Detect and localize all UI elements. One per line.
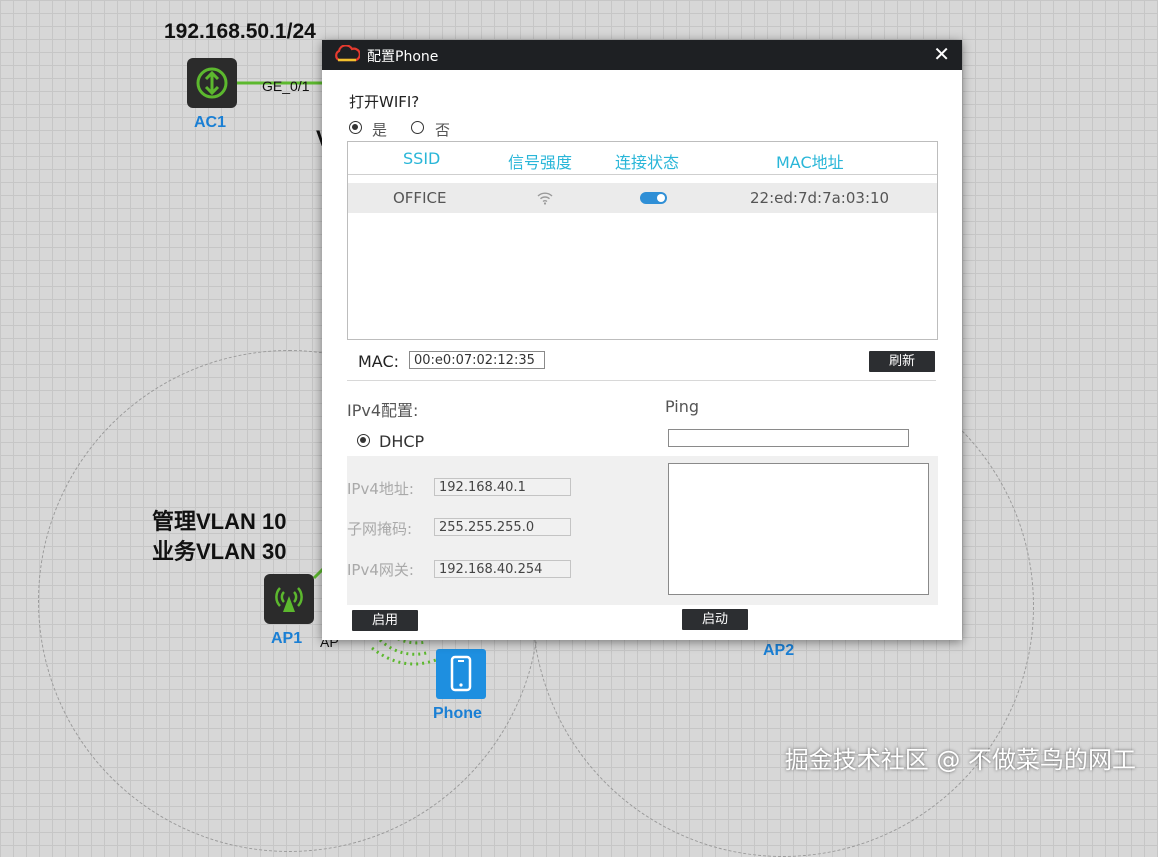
refresh-button[interactable]: 刷新 [869, 351, 935, 372]
management-vlan-label: 管理VLAN 10 [152, 509, 287, 534]
mac-field[interactable]: 00:e0:07:02:12:35 [409, 351, 545, 369]
ping-output-area[interactable] [668, 463, 929, 595]
wifi-network-table: SSID 信号强度 连接状态 MAC地址 OFFICE 22:ed:7d:7a:… [347, 141, 938, 340]
table-row[interactable]: OFFICE 22:ed:7d:7a:03:10 [348, 183, 937, 213]
watermark: 掘金技术社区 @ 不做菜鸟的网工 [784, 746, 1136, 774]
wifi-yes-label[interactable]: 是 [372, 119, 387, 140]
phone-label: Phone [433, 705, 482, 722]
ac1-label: AC1 [194, 114, 227, 131]
subnet-mask-field[interactable]: 255.255.255.0 [434, 518, 571, 536]
ipv4-address-field[interactable]: 192.168.40.1 [434, 478, 571, 496]
phone-device-icon[interactable] [436, 649, 486, 699]
configure-phone-dialog: 配置Phone ✕ 打开WIFI? 是 否 SSID 信号强度 连接状态 MAC… [322, 40, 962, 640]
ge-port-label: GE_0/1 [262, 78, 310, 94]
dhcp-label[interactable]: DHCP [379, 432, 424, 451]
column-header-ssid: SSID [403, 149, 441, 168]
apply-button[interactable]: 启用 [352, 610, 418, 631]
row-mac: 22:ed:7d:7a:03:10 [750, 189, 890, 207]
column-header-status: 连接状态 [615, 153, 680, 172]
ipv4-config-title: IPv4配置: [347, 401, 419, 420]
connection-toggle[interactable] [640, 192, 667, 204]
wifi-question-label: 打开WIFI? [349, 93, 420, 111]
section-divider [347, 380, 936, 381]
table-header-divider [348, 174, 937, 175]
ac1-device-icon[interactable] [187, 58, 237, 108]
ipv4-address-label: IPv4地址: [347, 480, 414, 498]
ap1-label: AP1 [271, 630, 303, 647]
dialog-titlebar[interactable]: 配置Phone ✕ [322, 40, 962, 70]
mac-label: MAC: [358, 352, 400, 371]
column-header-mac: MAC地址 [776, 153, 844, 172]
ac1-ip-label: 192.168.50.1/24 [164, 20, 316, 43]
dhcp-radio[interactable] [357, 434, 370, 447]
start-ping-button[interactable]: 启动 [682, 609, 748, 630]
column-header-signal: 信号强度 [508, 153, 573, 172]
ap2-label: AP2 [763, 642, 795, 659]
dialog-title: 配置Phone [367, 49, 439, 65]
ping-target-input[interactable] [668, 429, 909, 447]
wifi-no-radio[interactable] [411, 121, 424, 134]
wifi-yes-radio[interactable] [349, 121, 362, 134]
ipv4-gateway-label: IPv4网关: [347, 561, 414, 579]
ipv4-gateway-field[interactable]: 192.168.40.254 [434, 560, 571, 578]
wifi-signal-icon [537, 192, 553, 205]
ap1-device-icon[interactable] [264, 574, 314, 624]
service-vlan-label: 业务VLAN 30 [152, 539, 287, 564]
ping-title: Ping [665, 397, 700, 416]
subnet-mask-label: 子网掩码: [347, 520, 413, 538]
wifi-no-label[interactable]: 否 [435, 119, 450, 140]
row-ssid: OFFICE [393, 189, 447, 207]
cloud-logo-icon [335, 45, 360, 62]
close-button[interactable]: ✕ [933, 43, 950, 65]
